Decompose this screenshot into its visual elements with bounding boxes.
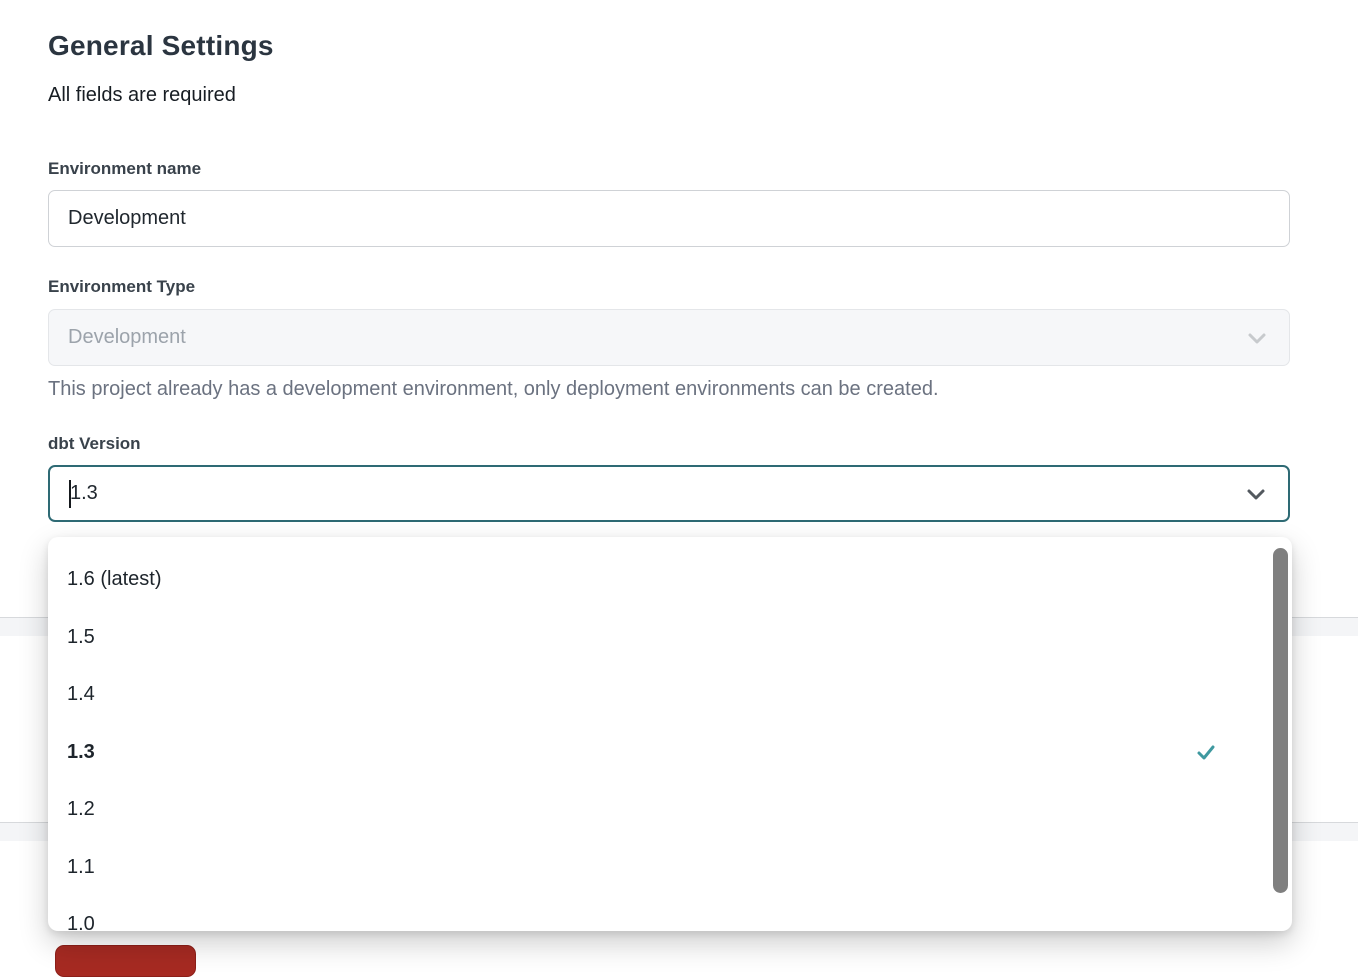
dropdown-scrollbar[interactable] <box>1273 548 1288 893</box>
dbt-version-value: 1.3 <box>70 482 98 505</box>
option-label: 1.2 <box>67 798 95 821</box>
dropdown-option-1-5[interactable]: 1.5 <box>48 609 1292 667</box>
danger-button[interactable] <box>55 945 196 977</box>
environment-type-label: Environment Type <box>48 277 195 297</box>
chevron-down-icon <box>1244 482 1268 506</box>
option-label: 1.1 <box>67 856 95 879</box>
option-label: 1.5 <box>67 626 95 649</box>
page-title: General Settings <box>48 30 274 62</box>
environment-name-input[interactable] <box>48 190 1290 247</box>
environment-type-value: Development <box>68 326 186 349</box>
option-label: 1.6 (latest) <box>67 568 161 591</box>
chevron-down-icon <box>1245 326 1269 350</box>
check-icon <box>1196 742 1216 762</box>
environment-type-select[interactable]: Development <box>48 309 1290 366</box>
environment-type-help-text: This project already has a development e… <box>48 378 939 401</box>
dbt-version-label: dbt Version <box>48 434 141 454</box>
dropdown-option-1-3[interactable]: 1.3 <box>48 724 1292 782</box>
option-label: 1.0 <box>67 913 95 931</box>
option-label: 1.4 <box>67 683 95 706</box>
dropdown-option-1-2[interactable]: 1.2 <box>48 781 1292 839</box>
option-label: 1.3 <box>67 741 95 764</box>
dbt-version-dropdown-list: 1.6 (latest) 1.5 1.4 1.3 1.2 1.1 1.0 <box>48 537 1292 931</box>
dropdown-option-1-4[interactable]: 1.4 <box>48 666 1292 724</box>
dropdown-option-1-1[interactable]: 1.1 <box>48 839 1292 897</box>
dbt-version-combobox[interactable]: 1.3 <box>48 465 1290 522</box>
environment-name-label: Environment name <box>48 159 201 179</box>
dropdown-option-1-0[interactable]: 1.0 <box>48 896 1292 931</box>
page-subtitle: All fields are required <box>48 84 236 107</box>
dropdown-option-1-6[interactable]: 1.6 (latest) <box>48 551 1292 609</box>
